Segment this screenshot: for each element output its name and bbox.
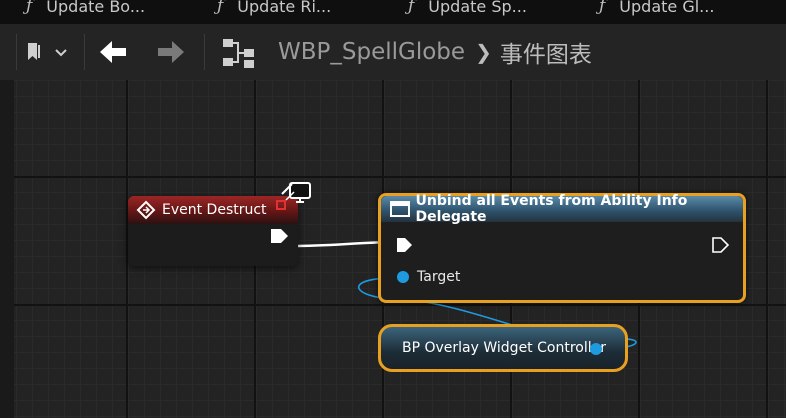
node-header: Event Destruct (128, 196, 298, 224)
exec-wire (291, 240, 393, 248)
exec-output-pin[interactable] (269, 226, 291, 246)
unbind-events-node[interactable]: Unbind all Events from Ability Info Dele… (378, 193, 746, 303)
exec-output-pin[interactable] (711, 236, 731, 254)
target-input-pin[interactable] (397, 271, 409, 283)
exec-input-pin[interactable] (395, 236, 415, 254)
event-diamond-icon (136, 200, 156, 220)
target-pin-label: Target (417, 269, 461, 285)
monitor-icon (281, 182, 311, 203)
variable-output-pin[interactable] (590, 343, 602, 355)
node-header: Unbind all Events from Ability Info Dele… (381, 193, 743, 225)
event-destruct-node[interactable]: Event Destruct (128, 196, 298, 266)
function-node-icon (390, 201, 410, 217)
overlay-widget-controller-node[interactable]: BP Overlay Widget Controller (378, 324, 628, 372)
variable-label: BP Overlay Widget Controller (402, 340, 606, 356)
node-title: Unbind all Events from Ability Info Dele… (415, 193, 688, 225)
node-title: Event Destruct (162, 202, 267, 218)
